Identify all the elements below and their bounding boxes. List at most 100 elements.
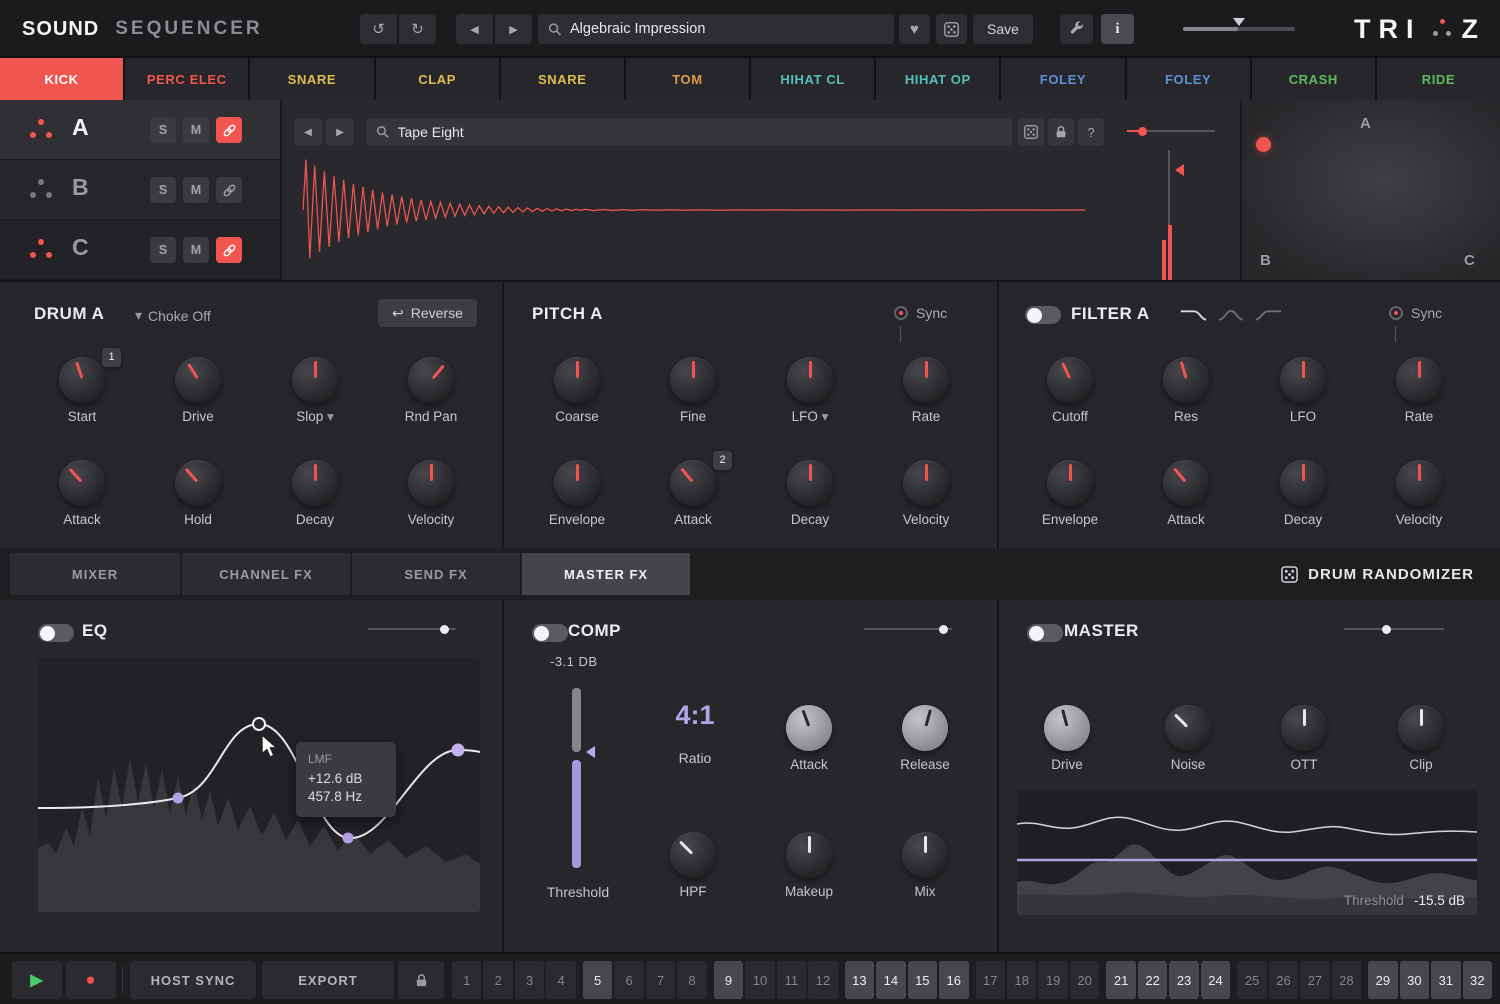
reverse-button[interactable]: ↩ Reverse — [378, 299, 477, 327]
prev-sample-button[interactable]: ◀ — [294, 118, 322, 146]
velocity-knob[interactable]: Velocity — [385, 460, 477, 527]
coarse-knob[interactable]: Coarse — [531, 357, 623, 424]
pitch-attack-knob-dial[interactable] — [670, 460, 716, 506]
eq-node-hmf[interactable] — [343, 833, 354, 844]
fine-knob-dial[interactable] — [670, 357, 716, 403]
pitch-attack-knob[interactable]: 2 Attack — [647, 460, 739, 527]
comp-attack-knob-dial[interactable] — [786, 705, 832, 751]
comp-mix-slider[interactable] — [864, 628, 952, 630]
step-cell[interactable]: 8 — [677, 961, 706, 999]
filter-envelope-knob-dial[interactable] — [1047, 460, 1093, 506]
favorite-button[interactable]: ♥ — [899, 14, 930, 44]
master-noise-knob[interactable]: Noise — [1142, 705, 1234, 772]
record-button[interactable]: ● — [66, 961, 116, 999]
master-clip-knob[interactable]: Clip — [1375, 705, 1467, 772]
filter-decay-knob-dial[interactable] — [1280, 460, 1326, 506]
layer-a-solo-button[interactable]: S — [150, 117, 176, 143]
layer-c-mute-button[interactable]: M — [183, 237, 209, 263]
ui-zoom-slider[interactable] — [1183, 27, 1295, 31]
step-cell[interactable]: 27 — [1300, 961, 1329, 999]
comp-hpf-knob[interactable]: HPF — [647, 832, 739, 899]
sample-search[interactable] — [366, 118, 1012, 146]
filter-sync-control[interactable]: Sync — [1389, 305, 1442, 321]
random-preset-button[interactable] — [936, 14, 967, 44]
sample-gain-slider[interactable] — [1127, 130, 1215, 132]
filter-velocity-knob[interactable]: Velocity — [1373, 460, 1465, 527]
step-cell[interactable]: 24 — [1201, 961, 1230, 999]
sample-lock-button[interactable] — [1048, 118, 1074, 146]
master-level-slider[interactable] — [1344, 628, 1444, 630]
decay-knob-dial[interactable] — [292, 460, 338, 506]
pitch-envelope-knob[interactable]: Envelope — [531, 460, 623, 527]
fine-knob[interactable]: Fine — [647, 357, 739, 424]
tab-mixer[interactable]: MIXER — [10, 553, 180, 595]
master-noise-knob-dial[interactable] — [1165, 705, 1211, 751]
pitch-velocity-knob-dial[interactable] — [903, 460, 949, 506]
step-cell[interactable]: 32 — [1463, 961, 1492, 999]
pitch-lfo-knob[interactable]: LFO ▾ — [764, 357, 856, 425]
eq-display[interactable]: LMF +12.6 dB 457.8 Hz — [38, 658, 480, 912]
step-cell[interactable]: 28 — [1332, 961, 1361, 999]
master-drive-knob[interactable]: Drive — [1021, 705, 1113, 772]
step-cell[interactable]: 16 — [939, 961, 968, 999]
filter-envelope-knob[interactable]: Envelope — [1024, 460, 1116, 527]
filter-decay-knob[interactable]: Decay — [1257, 460, 1349, 527]
sample-search-input[interactable] — [398, 124, 1002, 140]
pad-tab-foley-2[interactable]: FOLEY — [1127, 58, 1250, 100]
filter-lfo-knob-dial[interactable] — [1280, 357, 1326, 403]
step-cell[interactable]: 23 — [1169, 961, 1198, 999]
step-cell[interactable]: 13 — [845, 961, 874, 999]
pad-tab-snare-1[interactable]: SNARE — [250, 58, 373, 100]
rnd-pan-knob-dial[interactable] — [408, 357, 454, 403]
eq-toggle[interactable] — [38, 624, 74, 642]
step-cell[interactable]: 31 — [1431, 961, 1460, 999]
step-cell[interactable]: 18 — [1007, 961, 1036, 999]
filter-a-toggle[interactable] — [1025, 306, 1061, 324]
step-cell[interactable]: 20 — [1070, 961, 1099, 999]
hold-knob-dial[interactable] — [175, 460, 221, 506]
layer-c-link-button[interactable] — [216, 237, 242, 263]
random-sample-button[interactable] — [1018, 118, 1044, 146]
eq-node-lmf-selected[interactable] — [253, 718, 265, 730]
lowpass-icon[interactable] — [1179, 308, 1207, 322]
slider-handle[interactable] — [1138, 127, 1147, 136]
prev-preset-button[interactable]: ◀ — [456, 14, 493, 44]
tab-channel-fx[interactable]: CHANNEL FX — [182, 553, 350, 595]
step-cell[interactable]: 19 — [1038, 961, 1067, 999]
pad-tab-snare-2[interactable]: SNARE — [501, 58, 624, 100]
threshold-fader[interactable] — [558, 688, 602, 868]
preset-search[interactable] — [538, 14, 894, 44]
pad-tab-kick[interactable]: KICK — [0, 58, 123, 100]
comp-mix-knob[interactable]: Mix — [879, 832, 971, 899]
sample-waveform[interactable] — [290, 150, 1100, 270]
pad-tab-hihat-cl[interactable]: HIHAT CL — [751, 58, 874, 100]
slider-handle[interactable] — [939, 625, 948, 634]
level-marker-icon[interactable] — [1175, 164, 1184, 176]
step-cell[interactable]: 10 — [745, 961, 774, 999]
layer-row-a[interactable]: A S M — [0, 100, 280, 160]
comp-hpf-knob-dial[interactable] — [670, 832, 716, 878]
xy-cursor[interactable] — [1256, 137, 1271, 152]
sync-radio-icon[interactable] — [894, 306, 908, 320]
next-sample-button[interactable]: ▶ — [326, 118, 354, 146]
pad-tab-clap[interactable]: CLAP — [376, 58, 499, 100]
comp-release-knob-dial[interactable] — [902, 705, 948, 751]
comp-toggle[interactable] — [532, 624, 568, 642]
master-clip-knob-dial[interactable] — [1398, 705, 1444, 751]
res-knob[interactable]: Res — [1140, 357, 1232, 424]
step-cell[interactable]: 3 — [515, 961, 544, 999]
choke-dropdown[interactable]: ▾ Choke Off — [135, 307, 211, 324]
master-ott-knob-dial[interactable] — [1281, 705, 1327, 751]
comp-makeup-knob-dial[interactable] — [786, 832, 832, 878]
next-preset-button[interactable]: ▶ — [495, 14, 532, 44]
rnd-pan-knob[interactable]: Rnd Pan — [385, 357, 477, 424]
export-button[interactable]: EXPORT — [262, 961, 394, 999]
pitch-rate-knob-dial[interactable] — [903, 357, 949, 403]
layer-b-mute-button[interactable]: M — [183, 177, 209, 203]
ratio-value[interactable]: 4:1 — [649, 700, 741, 731]
start-knob[interactable]: 1 Start — [36, 357, 128, 424]
step-cell[interactable]: 21 — [1106, 961, 1135, 999]
step-cell[interactable]: 26 — [1269, 961, 1298, 999]
play-button[interactable]: ▶ — [12, 961, 62, 999]
slop-knob[interactable]: Slop ▾ — [269, 357, 361, 425]
